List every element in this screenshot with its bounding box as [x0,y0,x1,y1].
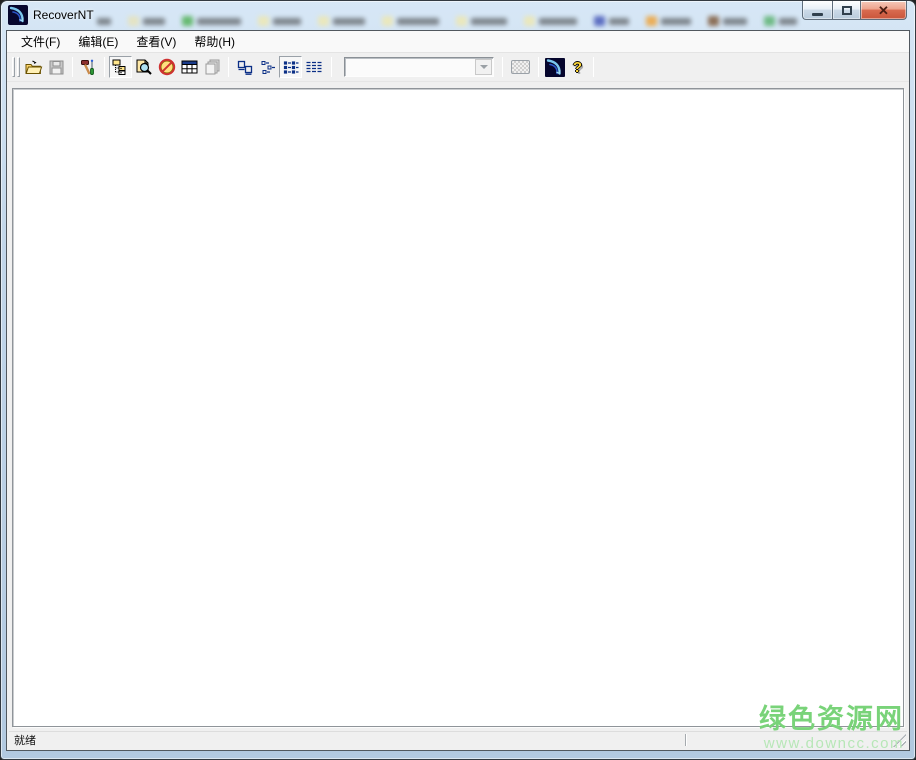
menu-bar: 文件(F) 编辑(E) 查看(V) 帮助(H) [7,31,909,53]
window-title: RecoverNT [33,8,94,22]
small-icons-button[interactable] [256,56,279,78]
background-bookmark-blob [456,16,507,26]
maximize-button[interactable] [832,1,861,20]
background-bookmark-blob [646,16,691,26]
toolbar-gripper[interactable] [17,57,20,77]
client-area: 文件(F) 编辑(E) 查看(V) 帮助(H) [6,30,910,751]
toolbar-gripper[interactable] [12,57,15,77]
toolbar-separator [72,57,73,77]
folder-tree-icon [112,59,129,75]
large-icons-button[interactable] [233,56,256,78]
toolbar-separator [538,57,539,77]
red-slash-circle-icon [158,58,176,76]
combobox-dropdown-button [475,59,492,75]
combobox-value[interactable] [345,58,474,76]
table-grid-icon [181,60,198,74]
dithered-disabled-icon [511,60,530,74]
chevron-down-icon [480,65,488,73]
question-mark-icon: ? [573,60,582,75]
titlebar[interactable]: RecoverNT ✕ [1,1,915,30]
background-bookmark-blob [318,16,365,26]
large-icons-view-icon [237,60,253,75]
filter-combobox[interactable] [344,57,494,77]
background-bookmark-blob [382,16,439,26]
about-logo-button[interactable] [543,56,566,78]
minimize-button[interactable] [802,1,832,20]
background-bookmark-blob [258,16,301,26]
toolbar-separator [228,57,229,77]
close-button[interactable]: ✕ [861,1,907,20]
toolbar: ? [7,53,909,82]
status-text: 就绪 [14,732,36,748]
list-view-icon [283,60,299,75]
hammer-screwdriver-icon [80,59,97,76]
recovernt-claw-logo-icon [545,58,565,77]
status-panel-divider [685,734,687,746]
save-floppy-icon [49,60,64,75]
background-bookmark-blob [764,16,797,26]
background-bookmarks-blur [97,14,814,28]
toolbar-separator [104,57,105,77]
open-button[interactable] [22,56,45,78]
grayed-action-button [507,56,534,78]
list-view-button[interactable] [279,56,302,78]
window-bottom-edge [1,751,915,759]
background-bookmark-blob [708,16,747,26]
small-icons-view-icon [260,60,276,75]
main-content-view[interactable] [12,88,904,727]
close-icon: ✕ [878,4,889,17]
details-view-button[interactable] [302,56,325,78]
caption-buttons: ✕ [802,1,907,20]
menu-view[interactable]: 查看(V) [127,31,185,52]
menu-help[interactable]: 帮助(H) [185,31,244,52]
background-bookmark-blob [182,16,241,26]
maximize-icon [842,6,852,15]
toolbar-separator [593,57,594,77]
background-bookmark-blob [594,16,629,26]
resize-grip[interactable] [893,734,906,747]
status-bar: 就绪 [9,731,907,748]
tree-view-button[interactable] [109,56,132,78]
recovernt-window: RecoverNT ✕ 文件(F) 编辑(E) 查看(V) 帮助(H) [0,0,916,760]
toolbar-separator [331,57,332,77]
no-filter-button[interactable] [155,56,178,78]
help-button[interactable]: ? [566,56,589,78]
open-folder-icon [25,60,43,75]
menu-edit[interactable]: 编辑(E) [69,31,127,52]
toolbar-separator [502,57,503,77]
stacked-documents-icon [204,59,221,75]
details-view-icon [305,60,322,75]
background-bookmark-blob [524,16,577,26]
tools-button[interactable] [77,56,100,78]
background-bookmark-blob [128,16,165,26]
save-button [45,56,68,78]
copies-button [201,56,224,78]
search-button[interactable] [132,56,155,78]
background-bookmark-blob [97,18,111,25]
minimize-icon [812,13,823,16]
menu-file[interactable]: 文件(F) [12,31,69,52]
table-view-button[interactable] [178,56,201,78]
recovernt-claw-logo-icon [8,5,28,25]
magnifier-document-icon [135,59,152,75]
